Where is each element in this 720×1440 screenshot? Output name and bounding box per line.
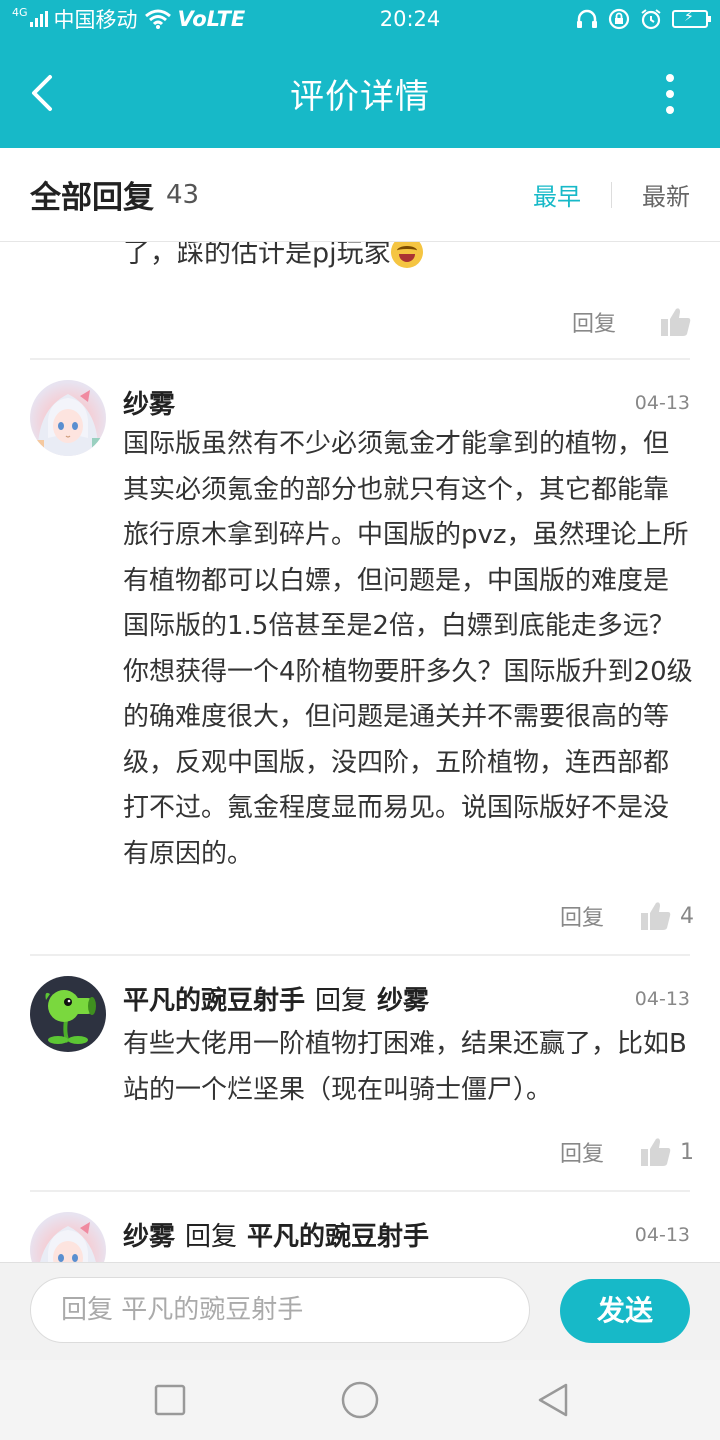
reply-button[interactable]: 回复	[560, 1136, 604, 1168]
more-options-button[interactable]	[664, 74, 676, 114]
reply-target[interactable]: 纱雾	[377, 986, 429, 1016]
more-dot-icon	[666, 106, 674, 114]
reply-target[interactable]: 平凡的豌豆射手	[247, 1222, 429, 1252]
comment-actions: 回复 1	[560, 1136, 694, 1168]
back-button[interactable]	[24, 71, 64, 115]
replies-title: 全部回复	[30, 180, 154, 216]
rotation-lock-icon	[608, 8, 630, 30]
battery-icon: ⚡	[672, 9, 711, 28]
avatar[interactable]	[30, 976, 106, 1052]
like-count: 1	[680, 1139, 695, 1165]
status-right: ⚡	[576, 8, 711, 30]
home-icon[interactable]	[340, 1380, 380, 1420]
sort-divider	[611, 181, 612, 208]
comment-item: 平凡的豌豆射手 回复 纱雾 04-13 有些大佬用一阶植物打困难，结果还赢了，比如B…	[0, 956, 720, 1192]
comment-list[interactable]: 了，踩的估计是pj玩家 回复 纱雾 04-13 国际版虽然有不少必须氪金才能拿到…	[0, 242, 720, 1262]
comment-item: 纱雾 04-13 国际版虽然有不少必须氪金才能拿到的植物，但其实必须氪金的部分也…	[0, 360, 720, 954]
reply-button[interactable]: 回复	[560, 900, 604, 932]
status-time: 20:24	[379, 7, 441, 31]
reply-word: 回复	[185, 1222, 238, 1252]
previous-comment-actions: 回复	[572, 306, 692, 338]
recent-apps-icon[interactable]	[152, 1382, 188, 1418]
sort-earliest-tab[interactable]: 最早	[533, 177, 581, 212]
thumbs-up-icon	[641, 902, 671, 930]
like-button[interactable]: 1	[640, 1137, 694, 1167]
reply-input-bar: 回复 平凡的豌豆射手 发送	[0, 1262, 720, 1360]
reply-word: 回复	[315, 986, 368, 1016]
back-arrow-icon	[32, 75, 52, 111]
thumbs-up-icon	[641, 1138, 671, 1166]
comment-item: 纱雾 回复 平凡的豌豆射手 04-13	[0, 1192, 720, 1262]
carrier-name: 中国移动	[53, 8, 138, 32]
more-dot-icon	[666, 74, 674, 82]
page-title: 评价详情	[290, 76, 430, 117]
status-bar: 4G 中国移动 VoLTE 20:24 ⚡	[0, 0, 720, 38]
previous-comment-tail: 了，踩的估计是pj玩家	[123, 242, 423, 276]
peashooter-avatar-icon	[45, 990, 96, 1044]
comment-author[interactable]: 平凡的豌豆射手	[123, 986, 305, 1016]
comment-date: 04-13	[634, 392, 690, 414]
alarm-icon	[641, 9, 661, 30]
reply-input[interactable]: 回复 平凡的豌豆射手	[30, 1277, 530, 1343]
wifi-icon	[144, 9, 171, 29]
avatar[interactable]	[30, 380, 106, 456]
comment-body: 国际版虽然有不少必须氪金才能拿到的植物，但其实必须氪金的部分也就只有这个，其它都…	[123, 429, 693, 869]
sort-latest-tab[interactable]: 最新	[642, 177, 690, 212]
replies-header: 全部回复 43 最早 最新	[0, 148, 720, 242]
title-bar: 评价详情	[0, 38, 720, 148]
comment-date: 04-13	[634, 988, 690, 1010]
status-left: 4G 中国移动 VoLTE	[12, 4, 272, 34]
anime-girl-avatar-icon	[30, 390, 106, 456]
comment-date: 04-13	[634, 1224, 690, 1246]
sort-toggle: 最早 最新	[533, 177, 690, 212]
like-button[interactable]	[660, 307, 692, 337]
comment-author[interactable]: 纱雾	[123, 1222, 175, 1252]
replies-count: 43	[166, 179, 200, 210]
comment-author[interactable]: 纱雾	[123, 384, 175, 421]
tears-of-joy-emoji-icon	[390, 242, 423, 268]
comment-actions: 回复 4	[560, 900, 694, 932]
more-dot-icon	[666, 90, 674, 98]
previous-comment-text: 了，踩的估计是pj玩家	[123, 242, 391, 269]
system-nav-bar	[0, 1360, 720, 1440]
network-type: 4G	[12, 5, 28, 19]
thumbs-up-icon	[661, 308, 691, 336]
reply-button[interactable]: 回复	[572, 306, 616, 338]
back-nav-icon[interactable]	[536, 1382, 572, 1418]
like-count: 4	[680, 903, 695, 929]
headphones-icon	[577, 9, 597, 28]
comment-author-line: 平凡的豌豆射手 回复 纱雾	[123, 980, 429, 1017]
send-button[interactable]: 发送	[560, 1279, 690, 1343]
avatar[interactable]	[30, 1212, 106, 1262]
comment-body: 有些大佬用一阶植物打困难，结果还赢了，比如B站的一个烂坚果（现在叫骑士僵尸）。	[123, 1029, 687, 1105]
signal-icon	[29, 11, 48, 27]
volte-label: VoLTE	[177, 7, 246, 31]
comment-author-line: 纱雾 回复 平凡的豌豆射手	[123, 1216, 429, 1253]
like-button[interactable]: 4	[640, 901, 694, 931]
screen: 4G 中国移动 VoLTE 20:24 ⚡ 评价详情 全部回复 43 最早 最新…	[0, 0, 720, 1440]
anime-girl-avatar-icon	[40, 1222, 96, 1262]
